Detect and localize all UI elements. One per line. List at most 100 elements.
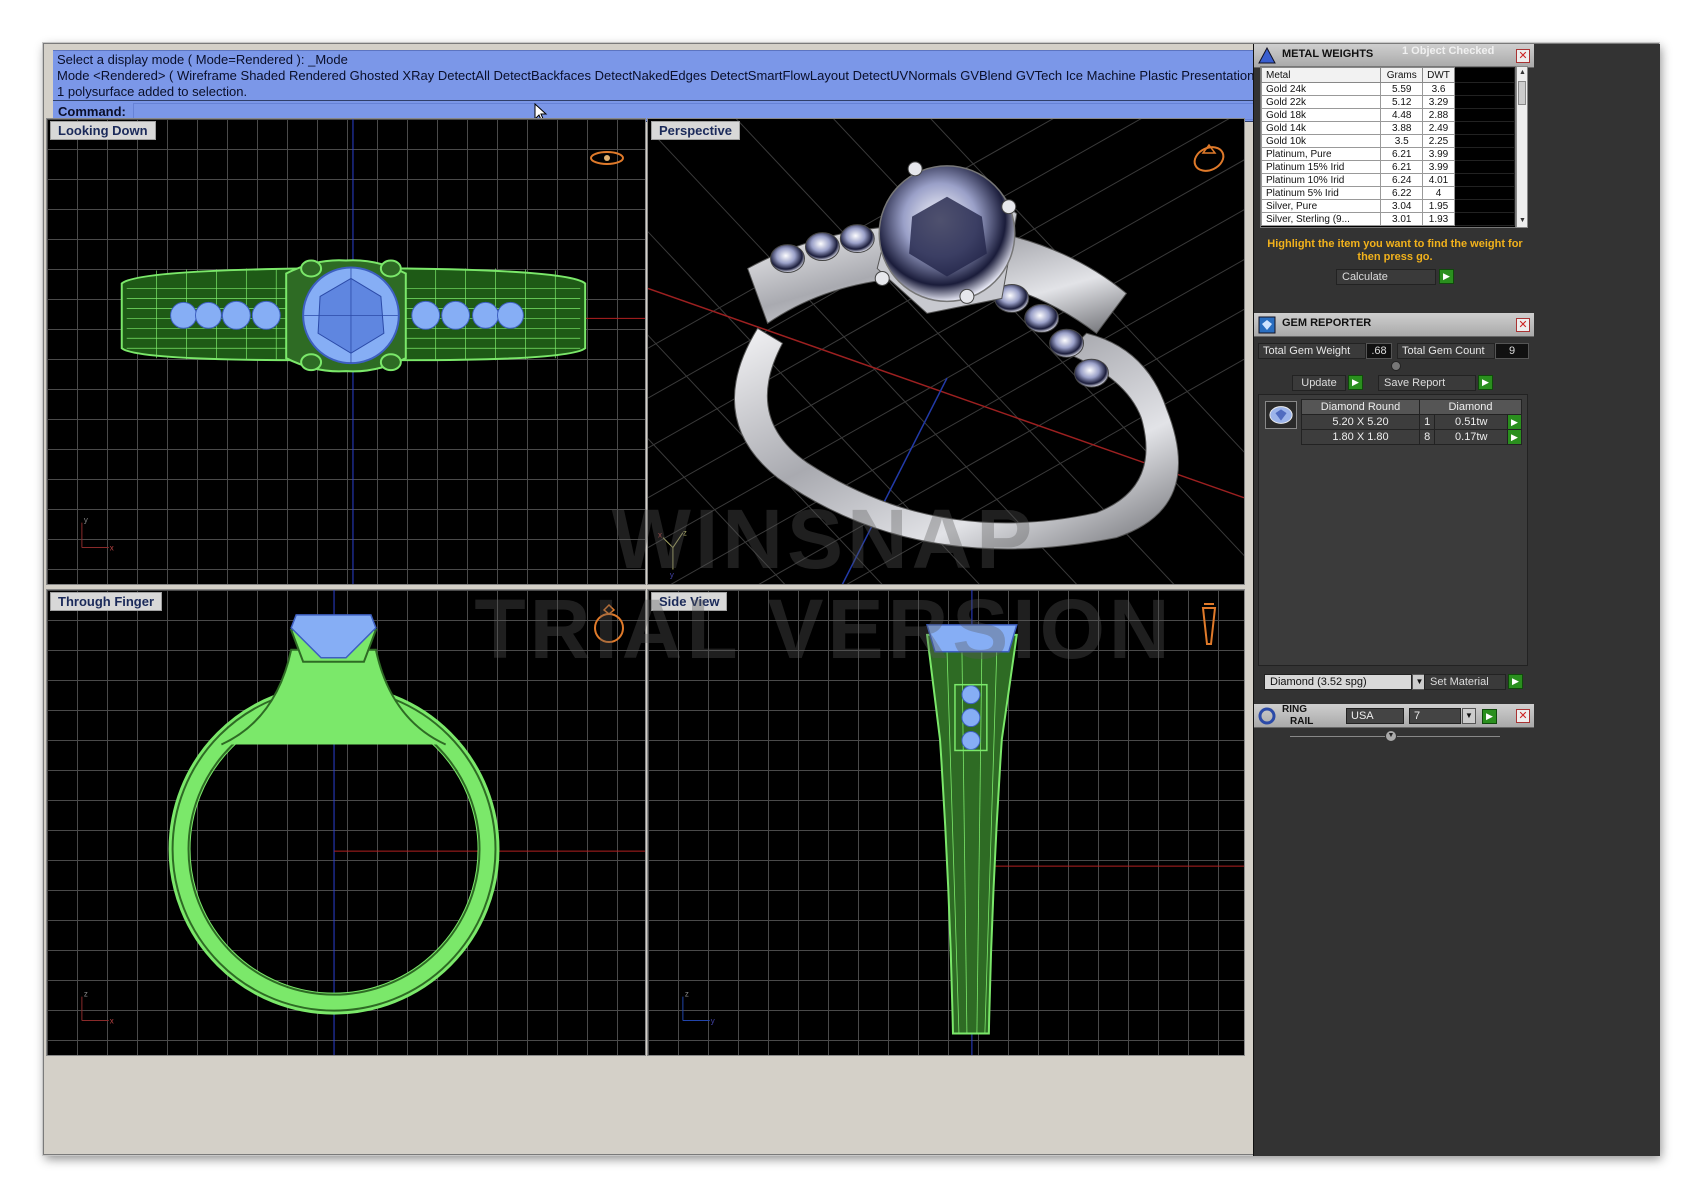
metal-name-cell: Gold 24k — [1261, 82, 1382, 96]
gem-size-cell: 5.20 X 5.20 — [1301, 414, 1420, 430]
column-header[interactable]: DWT — [1422, 67, 1455, 83]
dwt-cell: 4.01 — [1422, 173, 1455, 187]
metal-row[interactable]: Gold 24k 5.59 3.6 — [1261, 82, 1515, 96]
update-button[interactable]: Update — [1292, 375, 1346, 391]
command-label: Command: — [58, 104, 126, 119]
ring-rail-slider-handle[interactable]: ▼ — [1385, 730, 1397, 742]
scroll-down-icon[interactable]: ▼ — [1519, 217, 1526, 224]
scroll-up-icon[interactable]: ▲ — [1519, 69, 1526, 76]
metal-row[interactable]: Gold 14k 3.88 2.49 — [1261, 121, 1515, 135]
gem-list: Diamond Round Diamond 5.20 X 5.20 1 0.51tw… — [1258, 394, 1528, 666]
viewport-title[interactable]: Looking Down — [50, 121, 156, 140]
ring-front-view: z x — [81, 590, 645, 1055]
grams-cell: 4.48 — [1380, 108, 1424, 122]
total-gem-weight-label: Total Gem Weight — [1258, 343, 1366, 359]
viewport-through-finger[interactable]: Through Finger z x — [46, 589, 646, 1056]
axis-label-x: x — [110, 544, 114, 553]
panel-title: METAL WEIGHTS — [1282, 48, 1374, 60]
axis-label-y: y — [711, 1017, 715, 1026]
navigation-cube-icon[interactable] — [1198, 600, 1220, 648]
set-material-button[interactable]: Set Material — [1424, 674, 1506, 690]
close-icon[interactable]: ✕ — [1516, 709, 1530, 723]
gem-reporter-icon — [1258, 316, 1276, 334]
close-icon[interactable]: ✕ — [1516, 49, 1530, 63]
dwt-cell: 1.95 — [1422, 199, 1455, 213]
ring-perspective-render: z x y — [648, 119, 1244, 584]
metal-row[interactable]: Platinum, Pure 6.21 3.99 — [1261, 147, 1515, 161]
metal-table-scrollbar[interactable]: ▲ ▼ — [1516, 66, 1528, 228]
gem-size-cell: 1.80 X 1.80 — [1301, 429, 1420, 445]
gem-row[interactable]: 5.20 X 5.20 1 0.51tw ▶ — [1301, 414, 1522, 430]
metal-row[interactable]: Silver, Pure 3.04 1.95 — [1261, 199, 1515, 213]
metal-row[interactable]: Platinum 10% Irid 6.24 4.01 — [1261, 173, 1515, 187]
command-history-line: Select a display mode ( Mode=Rendered ):… — [57, 52, 348, 67]
round-diamond-icon — [1265, 401, 1297, 429]
metal-row[interactable]: Gold 10k 3.5 2.25 — [1261, 134, 1515, 148]
viewport-title[interactable]: Side View — [651, 592, 728, 611]
panel-title-line: RING — [1282, 704, 1307, 715]
gem-reporter-header: GEM REPORTER ✕ — [1254, 313, 1534, 337]
gem-row-go-button[interactable]: ▶ — [1507, 414, 1522, 430]
save-report-button[interactable]: Save Report — [1378, 375, 1476, 391]
dwt-cell: 3.99 — [1422, 160, 1455, 174]
metal-weights-header: METAL WEIGHTS 1 Object Checked ✕ — [1254, 44, 1534, 68]
ring-size-select[interactable]: 7 — [1409, 708, 1461, 724]
ring-rail-header: RING RAIL USA 7 ▼ ▶ ✕ — [1254, 704, 1534, 728]
grams-cell: 3.5 — [1380, 134, 1424, 148]
panel-title: RING RAIL — [1282, 704, 1313, 728]
close-icon[interactable]: ✕ — [1516, 318, 1530, 332]
save-report-go-button[interactable]: ▶ — [1478, 375, 1493, 390]
metal-weights-hint: Highlight the item you want to find the … — [1267, 238, 1523, 263]
ring-rail-icon — [1258, 707, 1276, 725]
ring-rail-go-button[interactable]: ▶ — [1482, 709, 1497, 724]
command-history-line: Mode <Rendered> ( Wireframe Shaded Rende… — [57, 68, 1267, 83]
navigation-cube-icon[interactable] — [589, 149, 625, 167]
metal-row[interactable]: Silver, Sterling (9... 3.01 1.93 — [1261, 212, 1515, 226]
gem-weight-cell: 0.51tw — [1434, 414, 1508, 430]
grams-cell: 5.12 — [1380, 95, 1424, 109]
gem-weight-cell: 0.17tw — [1434, 429, 1508, 445]
axis-label-z: z — [683, 529, 687, 538]
metal-name-cell: Platinum 15% Irid — [1261, 160, 1382, 174]
viewport-title[interactable]: Perspective — [651, 121, 740, 140]
calculate-button[interactable]: Calculate — [1336, 269, 1436, 285]
metal-row[interactable]: Gold 22k 5.12 3.29 — [1261, 95, 1515, 109]
panel-splitter-handle[interactable] — [1391, 361, 1401, 371]
axis-label-x: x — [658, 531, 662, 540]
metal-row[interactable]: Platinum 15% Irid 6.21 3.99 — [1261, 160, 1515, 174]
calculate-go-button[interactable]: ▶ — [1439, 269, 1454, 284]
gem-row-go-button[interactable]: ▶ — [1507, 429, 1522, 445]
grams-cell: 6.21 — [1380, 160, 1424, 174]
chevron-down-icon[interactable]: ▼ — [1462, 708, 1476, 724]
material-select[interactable]: Diamond (3.52 spg) — [1264, 674, 1412, 690]
ring-size-country-select[interactable]: USA — [1346, 708, 1404, 724]
navigation-cube-icon[interactable] — [592, 602, 626, 646]
dwt-cell: 2.25 — [1422, 134, 1455, 148]
column-header[interactable]: Metal — [1261, 67, 1382, 83]
viewport-perspective[interactable]: Perspective z x y — [647, 118, 1245, 585]
update-go-button[interactable]: ▶ — [1348, 375, 1363, 390]
viewport-title[interactable]: Through Finger — [50, 592, 163, 611]
axis-label-y: y — [84, 516, 88, 525]
column-header: Diamond — [1419, 399, 1522, 415]
column-header[interactable]: Grams — [1380, 67, 1424, 83]
set-material-go-button[interactable]: ▶ — [1508, 674, 1523, 689]
dwt-cell: 3.29 — [1422, 95, 1455, 109]
axis-label-x: x — [110, 1017, 114, 1026]
metal-name-cell: Platinum 5% Irid — [1261, 186, 1382, 200]
metal-name-cell: Gold 14k — [1261, 121, 1382, 135]
metal-name-cell: Gold 22k — [1261, 95, 1382, 109]
viewport-side-view[interactable]: Side View z y — [647, 589, 1245, 1056]
metal-row[interactable]: Platinum 5% Irid 6.22 4 — [1261, 186, 1515, 200]
viewport-looking-down[interactable]: Looking Down y x — [46, 118, 646, 585]
axis-label-z: z — [84, 990, 88, 999]
metal-name-cell: Silver, Pure — [1261, 199, 1382, 213]
rhino-app-window: Select a display mode ( Mode=Rendered ):… — [43, 43, 1660, 1156]
navigation-cube-icon[interactable] — [1191, 141, 1227, 173]
metal-row[interactable]: Gold 18k 4.48 2.88 — [1261, 108, 1515, 122]
grams-cell: 6.22 — [1380, 186, 1424, 200]
panel-title: GEM REPORTER — [1282, 317, 1372, 329]
grams-cell: 5.59 — [1380, 82, 1424, 96]
gem-row[interactable]: 1.80 X 1.80 8 0.17tw ▶ — [1301, 429, 1522, 445]
ring-top-view: y x — [81, 119, 645, 584]
